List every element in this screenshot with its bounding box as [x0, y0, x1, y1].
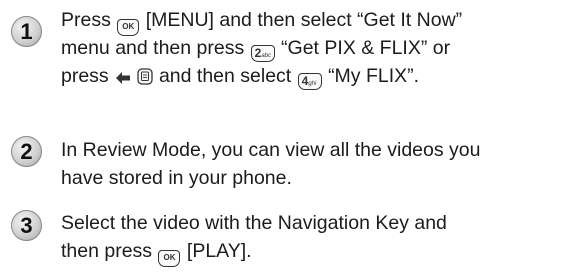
instruction-text: [PLAY].	[186, 240, 252, 262]
instruction-text: “Get PIX & FLIX” or	[281, 37, 451, 59]
step-number: 2	[20, 139, 33, 164]
instruction-text: “My FLIX”.	[328, 65, 420, 87]
navigation-left-icon	[116, 64, 131, 92]
step-3-line-2: then press OK [PLAY].	[61, 237, 447, 267]
step-number-badge: 2	[11, 136, 42, 167]
step-1-line-3: press and then select 4ghi “My FLIX”.	[61, 62, 462, 90]
key-2abc-icon: 2abc	[250, 45, 275, 62]
step-number-badge: 3	[11, 210, 42, 241]
step-1-text: Press OK [MENU] and then select “Get It …	[61, 6, 462, 90]
step-2-text: In Review Mode, you can view all the vid…	[61, 136, 480, 192]
instruction-text: and then select	[158, 65, 292, 87]
instruction-text: Press	[61, 9, 111, 31]
step-3-line-1: Select the video with the Navigation Key…	[61, 212, 447, 234]
instruction-text: press	[61, 65, 109, 87]
key-4ghi-icon: 4ghi	[297, 73, 322, 90]
ok-key-icon: OK	[117, 19, 140, 36]
step-number: 1	[20, 19, 33, 44]
ok-key-icon: OK	[158, 250, 181, 267]
instruction-text: then press	[61, 240, 153, 262]
step-1-line-1: Press OK [MENU] and then select “Get It …	[61, 6, 463, 36]
instruction-text: menu and then press	[61, 37, 245, 59]
step-2-line-1: In Review Mode, you can view all the vid…	[61, 139, 481, 161]
instruction-text: [MENU] and then select “Get It Now”	[145, 9, 463, 31]
get-it-now-key-icon	[136, 65, 153, 93]
step-1-line-2: menu and then press 2abc “Get PIX & FLIX…	[61, 34, 462, 62]
step-3-text: Select the video with the Navigation Key…	[61, 209, 447, 267]
step-number-badge: 1	[11, 16, 42, 47]
step-2-line-2: have stored in your phone.	[61, 167, 292, 189]
step-number: 3	[20, 213, 33, 238]
